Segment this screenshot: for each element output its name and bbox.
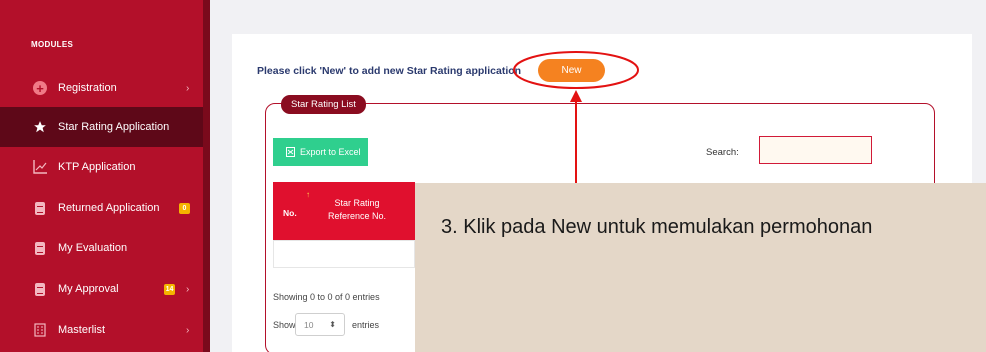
annotation-overlay bbox=[513, 51, 639, 183]
highlight-ellipse bbox=[513, 51, 639, 89]
annotation-arrow-head bbox=[570, 90, 582, 102]
